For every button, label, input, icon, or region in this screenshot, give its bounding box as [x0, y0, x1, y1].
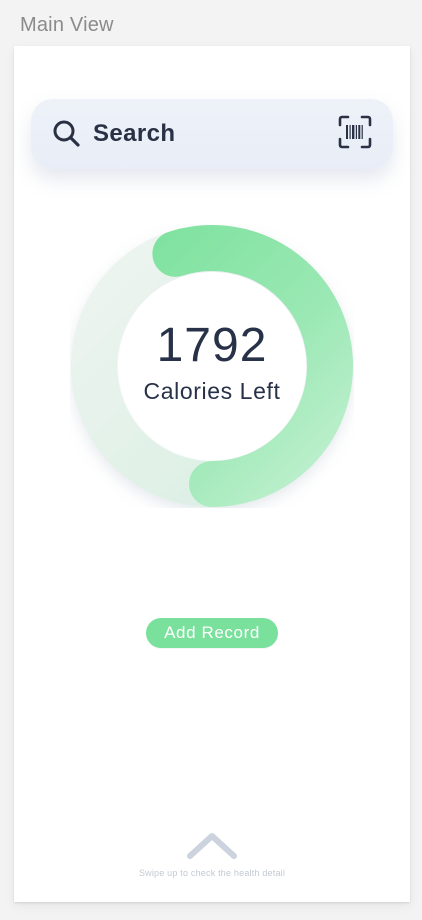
- phone-screen: Search 1792 Calories Left Add Record Swi…: [14, 46, 410, 902]
- search-placeholder: Search: [93, 120, 176, 147]
- calorie-ring: 1792 Calories Left: [70, 224, 354, 508]
- search-bar[interactable]: Search: [31, 99, 393, 169]
- swipe-up-area[interactable]: Swipe up to check the health detail: [14, 830, 410, 890]
- chevron-up-icon: [186, 830, 238, 860]
- barcode-scan-icon: [337, 114, 373, 155]
- page-title: Main View: [20, 14, 114, 36]
- calorie-ring-graphic: [71, 225, 353, 507]
- swipe-hint: Swipe up to check the health detail: [138, 868, 286, 878]
- search-icon: [51, 118, 83, 150]
- add-record-button[interactable]: Add Record: [146, 618, 278, 648]
- barcode-scan-button[interactable]: [337, 114, 373, 155]
